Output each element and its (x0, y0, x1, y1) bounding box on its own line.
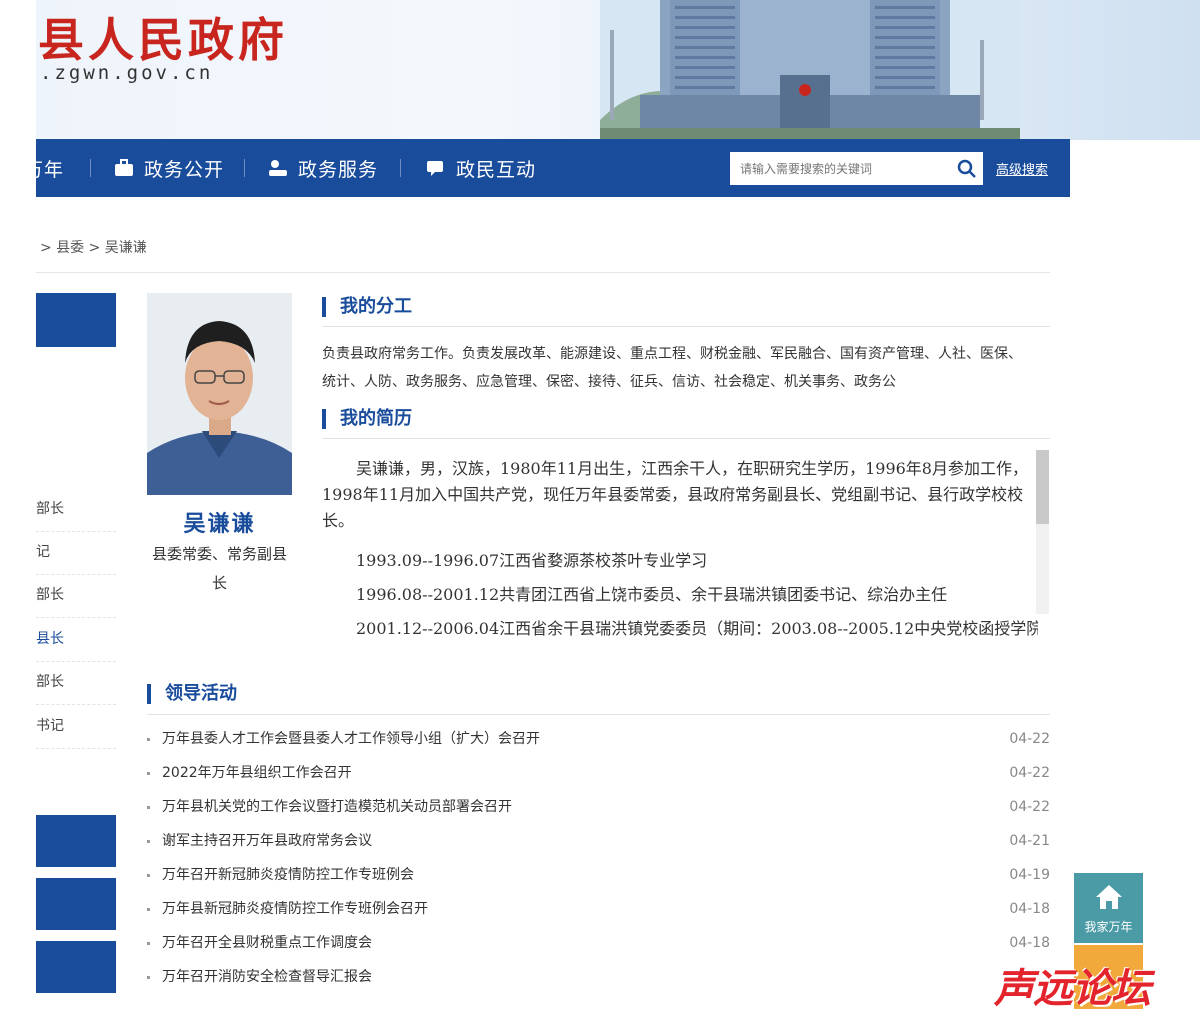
news-date: 04-18 (1009, 935, 1050, 951)
news-item[interactable]: 万年召开消防安全检查督导汇报会 (147, 960, 1050, 994)
portrait-photo (147, 293, 292, 495)
section-divider (147, 714, 1050, 715)
site-header: 县人民政府 .zgwn.gov.cn (0, 0, 1200, 140)
service-icon (269, 160, 287, 176)
bullet-icon (147, 772, 150, 775)
sidebar-item-active[interactable]: 县长 (36, 618, 116, 662)
news-title[interactable]: 万年召开新冠肺炎疫情防控工作专班例会 (162, 858, 414, 892)
float-home-label: 我家万年 (1084, 920, 1133, 934)
nav-citizen-interaction[interactable]: 政民互动 (426, 139, 536, 197)
section-title-activities: 领导活动 (147, 684, 237, 704)
duty-text: 负责县政府常务工作。负责发展改革、能源建设、重点工程、财税金融、军民融合、国有资… (322, 346, 1022, 390)
section-divider (322, 326, 1050, 327)
bullet-icon (147, 908, 150, 911)
news-item[interactable]: 万年召开全县财税重点工作调度会 04-18 (147, 926, 1050, 960)
bullet-icon (147, 942, 150, 945)
news-item[interactable]: 2022年万年县组织工作会召开 04-22 (147, 756, 1050, 790)
sidebar-item[interactable]: 书记 (36, 705, 116, 749)
news-date: 04-19 (1009, 867, 1050, 883)
float-home-button[interactable]: 我家万年 (1074, 873, 1143, 943)
news-date: 04-18 (1009, 901, 1050, 917)
resume-entry: 2001.12--2006.04江西省余干县瑞洪镇党委委员（期间：2003.08… (356, 619, 1038, 638)
chat-icon (427, 161, 443, 176)
site-title[interactable]: 县人民政府 (38, 4, 288, 70)
sidebar-item[interactable]: 部长 (36, 488, 116, 532)
nav-citizen-interaction-label: 政民互动 (456, 158, 537, 181)
news-date: 04-22 (1009, 731, 1050, 747)
section-divider (322, 438, 1050, 439)
news-item[interactable]: 万年县委人才工作会暨县委人才工作领导小组（扩大）会召开 04-22 (147, 722, 1050, 756)
nav-divider (90, 159, 91, 177)
bullet-icon (147, 976, 150, 979)
resume-intro: 吴谦谦，男，汉族，1980年11月出生，江西余干人，在职研究生学历，1996年8… (322, 459, 1028, 530)
nav-gov-affairs-open-label: 政务公开 (144, 158, 225, 181)
resume-scroll-area[interactable]: 吴谦谦，男，汉族，1980年11月出生，江西余干人，在职研究生学历，1996年8… (322, 456, 1038, 652)
left-crop-edge (0, 0, 36, 1009)
search-input[interactable] (730, 152, 955, 185)
breadcrumb-divider (36, 272, 1050, 273)
resume-scrollbar-thumb[interactable] (1036, 450, 1049, 524)
news-title[interactable]: 万年召开消防安全检查督导汇报会 (162, 960, 372, 994)
news-title[interactable]: 谢军主持召开万年县政府常务会议 (162, 824, 372, 858)
news-date: 04-22 (1009, 799, 1050, 815)
nav-gov-affairs-open[interactable]: 政务公开 (114, 139, 224, 197)
sidebar-banner[interactable] (36, 815, 116, 867)
news-title[interactable]: 万年县委人才工作会暨县委人才工作领导小组（扩大）会召开 (162, 722, 540, 756)
sidebar-banner[interactable] (36, 941, 116, 993)
sidebar-banner[interactable] (36, 878, 116, 930)
news-title[interactable]: 2022年万年县组织工作会召开 (162, 756, 352, 790)
news-item[interactable]: 万年县新冠肺炎疫情防控工作专班例会召开 04-18 (147, 892, 1050, 926)
search-box (730, 152, 983, 185)
bullet-icon (147, 738, 150, 741)
news-date: 04-22 (1009, 765, 1050, 781)
home-icon (1095, 885, 1122, 909)
search-icon[interactable] (955, 157, 979, 181)
briefcase-icon (115, 159, 133, 176)
sidebar-header-block[interactable] (36, 293, 116, 347)
bullet-icon (147, 806, 150, 809)
person-title: 县委常委、常务副县长 (151, 545, 287, 592)
section-title-duty: 我的分工 (322, 297, 412, 317)
section-title-resume: 我的简历 (322, 409, 412, 429)
resume-entry: 1993.09--1996.07江西省婺源茶校茶叶专业学习 (356, 551, 708, 570)
sidebar-item[interactable]: 部长 (36, 574, 116, 618)
main-nav: 万年 政务公开 政务服务 政民互动 高级搜索 (24, 139, 1070, 197)
news-item[interactable]: 万年召开新冠肺炎疫情防控工作专班例会 04-19 (147, 858, 1050, 892)
forum-watermark: 声远论坛 (994, 966, 1151, 1012)
site-domain: .zgwn.gov.cn (40, 62, 214, 84)
news-date: 04-21 (1009, 833, 1050, 849)
government-building-image (600, 0, 1020, 140)
sidebar-item[interactable]: 记 (36, 531, 116, 575)
sidebar-item[interactable]: 部长 (36, 661, 116, 705)
bullet-icon (147, 840, 150, 843)
bullet-icon (147, 874, 150, 877)
nav-divider (400, 159, 401, 177)
news-title[interactable]: 万年县新冠肺炎疫情防控工作专班例会召开 (162, 892, 428, 926)
resume-entry: 1996.08--2001.12共青团江西省上饶市委员、余干县瑞洪镇团委书记、综… (356, 585, 948, 604)
advanced-search-link[interactable]: 高级搜索 (996, 159, 1048, 178)
news-item[interactable]: 万年县机关党的工作会议暨打造模范机关动员部署会召开 04-22 (147, 790, 1050, 824)
breadcrumb[interactable]: > 县委 > 吴谦谦 (40, 237, 147, 257)
nav-gov-services-label: 政务服务 (298, 158, 379, 181)
news-title[interactable]: 万年县机关党的工作会议暨打造模范机关动员部署会召开 (162, 790, 512, 824)
person-name: 吴谦谦 (183, 512, 256, 537)
nav-gov-services[interactable]: 政务服务 (268, 139, 378, 197)
nav-divider (244, 159, 245, 177)
news-item[interactable]: 谢军主持召开万年县政府常务会议 04-21 (147, 824, 1050, 858)
news-title[interactable]: 万年召开全县财税重点工作调度会 (162, 926, 372, 960)
